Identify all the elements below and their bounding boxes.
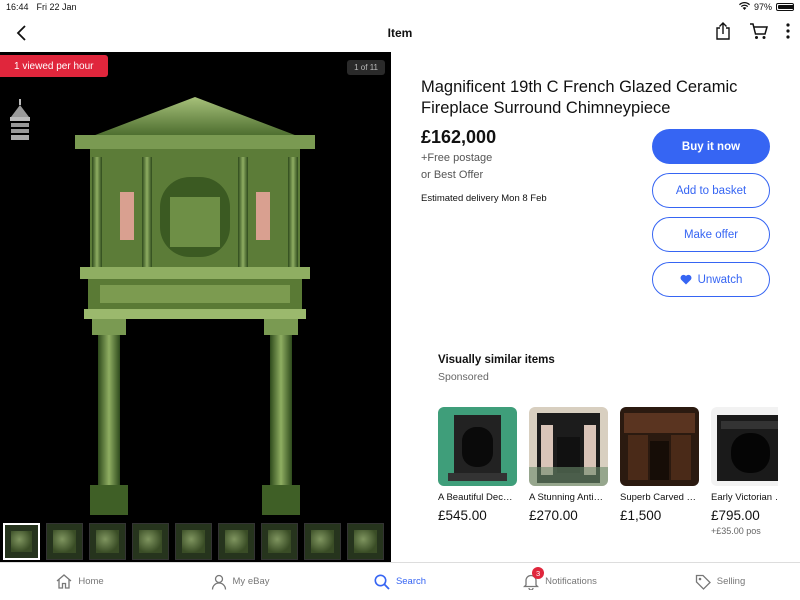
similar-item-card[interactable]: A Beautiful Decorative Ori... £545.00 (438, 407, 517, 536)
add-to-basket-button[interactable]: Add to basket (652, 173, 770, 208)
status-bar: 16:44 Fri 22 Jan 97% (0, 0, 800, 14)
image-gallery[interactable]: 1 viewed per hour 1 of 11 (0, 52, 391, 562)
delivery-date: Mon 8 Feb (501, 193, 547, 204)
tab-my-ebay-label: My eBay (232, 576, 270, 587)
sponsored-label: Sponsored (438, 371, 489, 383)
gallery-thumbnail[interactable] (261, 523, 298, 560)
similar-items-heading: Visually similar items (438, 354, 555, 366)
360-view-icon[interactable] (8, 97, 32, 145)
similar-item-price: £270.00 (529, 508, 578, 523)
share-button[interactable] (715, 22, 731, 40)
similar-item-image (620, 407, 699, 486)
tag-icon (695, 574, 711, 590)
fireplace-main-image[interactable] (70, 97, 320, 517)
notifications-badge: 3 (532, 567, 545, 579)
estimated-delivery: Estimated delivery Mon 8 Feb (421, 193, 547, 204)
similar-item-name: A Beautiful Decorative Ori... (438, 492, 517, 503)
gallery-thumbnail[interactable] (218, 523, 255, 560)
unwatch-button[interactable]: Unwatch (652, 262, 770, 297)
gallery-thumbnail[interactable] (132, 523, 169, 560)
similar-item-price: £545.00 (438, 508, 487, 523)
delivery-label: Estimated delivery (421, 193, 499, 204)
tab-my-ebay[interactable]: My eBay (160, 563, 320, 600)
person-icon (211, 574, 226, 590)
similar-item-image (438, 407, 517, 486)
item-details: Magnificent 19th C French Glazed Ceramic… (391, 52, 800, 562)
page-title: Item (387, 26, 413, 40)
tab-notifications[interactable]: 3 Notifications (480, 563, 640, 600)
gallery-thumbnail[interactable] (46, 523, 83, 560)
buy-it-now-button[interactable]: Buy it now (652, 129, 770, 164)
similar-item-image (711, 407, 778, 486)
heart-icon (680, 274, 692, 285)
tab-selling-label: Selling (716, 576, 746, 587)
buy-it-now-label: Buy it now (681, 140, 741, 153)
similar-item-name: Early Victorian Cast Iron Fire... (711, 492, 778, 503)
gallery-thumbnail[interactable] (175, 523, 212, 560)
battery-icon (776, 3, 794, 11)
image-counter: 1 of 11 (347, 60, 385, 75)
cart-icon (750, 23, 768, 39)
similar-item-name: A Stunning Antique High... (529, 492, 608, 503)
postage-info: +Free postage (421, 152, 493, 164)
gallery-thumbnail[interactable] (3, 523, 40, 560)
status-date: Fri 22 Jan (36, 2, 77, 12)
item-title: Magnificent 19th C French Glazed Ceramic… (421, 78, 738, 117)
wifi-icon (738, 2, 750, 12)
make-offer-label: Make offer (683, 228, 739, 241)
share-icon (716, 22, 730, 40)
tab-notifications-label: Notifications (545, 576, 597, 587)
tab-search-label: Search (395, 576, 427, 587)
bottom-tab-bar: Home My eBay Search 3 Notifications Sell… (0, 562, 800, 600)
more-vertical-icon (786, 23, 790, 39)
gallery-thumbnail[interactable] (347, 523, 384, 560)
similar-items-carousel[interactable]: A Beautiful Decorative Ori... £545.00 A … (438, 407, 778, 536)
gallery-thumbnail[interactable] (89, 523, 126, 560)
tab-home[interactable]: Home (0, 563, 160, 600)
best-offer-label: or Best Offer (421, 169, 484, 181)
tab-home-label: Home (78, 576, 104, 587)
cart-button[interactable] (749, 22, 768, 40)
similar-item-price: £1,500 (620, 508, 662, 523)
views-badge: 1 viewed per hour (0, 55, 108, 77)
make-offer-button[interactable]: Make offer (652, 217, 770, 252)
home-icon (56, 574, 72, 589)
tab-search[interactable]: Search (320, 563, 480, 600)
tab-selling[interactable]: Selling (640, 563, 800, 600)
more-options-button[interactable] (786, 23, 790, 39)
unwatch-label: Unwatch (697, 273, 743, 286)
thumbnail-strip (3, 523, 384, 560)
similar-item-card[interactable]: Superb Carved Oak Antique O... £1,500 (620, 407, 699, 536)
chevron-left-icon (16, 25, 26, 41)
back-button[interactable] (12, 22, 32, 44)
gallery-thumbnail[interactable] (304, 523, 341, 560)
battery-percent: 97% (753, 2, 772, 12)
similar-item-price: £795.00 (711, 508, 760, 523)
similar-item-card[interactable]: Early Victorian Cast Iron Fire... £795.0… (711, 407, 778, 536)
similar-item-image (529, 407, 608, 486)
status-time: 16:44 (6, 2, 29, 12)
similar-item-card[interactable]: A Stunning Antique High... £270.00 (529, 407, 608, 536)
item-price: £162,000 (421, 127, 497, 147)
similar-item-postage: +£35.00 pos (711, 526, 761, 536)
search-icon (374, 574, 390, 590)
similar-item-name: Superb Carved Oak Antique O... (620, 492, 699, 503)
add-to-basket-label: Add to basket (675, 184, 747, 197)
top-nav-bar: Item (0, 14, 800, 52)
